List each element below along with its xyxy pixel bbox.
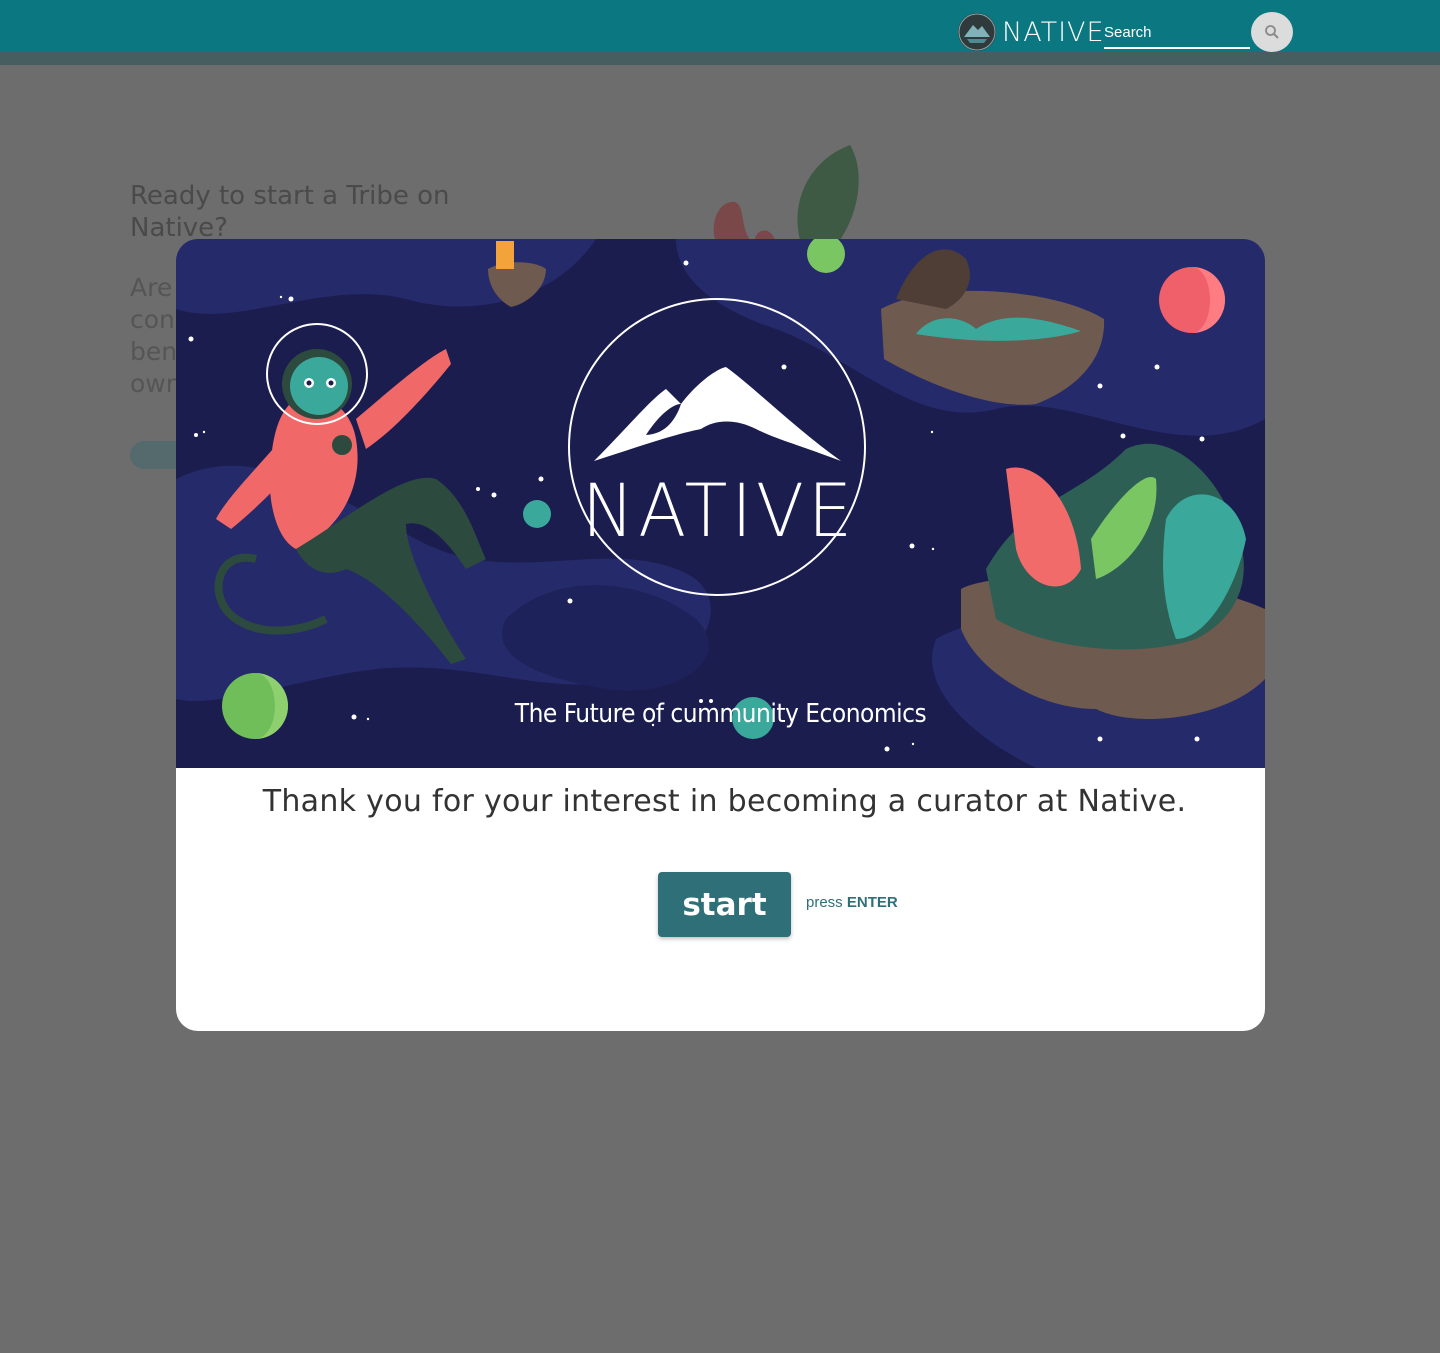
native-logo-icon: [958, 13, 996, 51]
hero-tagline: The Future of cummunity Economics: [514, 699, 927, 729]
search-input[interactable]: [1104, 18, 1250, 46]
background-illustration: [713, 145, 859, 240]
hint-key: ENTER: [846, 894, 898, 911]
hero-brand-wordmark: NATIVE: [581, 467, 857, 555]
search-field: [1104, 18, 1250, 49]
brand-name: NATIVE: [1002, 16, 1105, 48]
background-heading: Ready to start a Tribe on Native?: [130, 181, 450, 243]
search-button[interactable]: [1251, 12, 1293, 52]
hint-prefix: press: [806, 894, 843, 911]
search-icon: [1265, 25, 1279, 39]
sub-nav-bar: [0, 52, 1440, 65]
thank-you-message: Thank you for your interest in becoming …: [262, 784, 1187, 819]
brand-link[interactable]: NATIVE: [958, 13, 1105, 51]
start-button[interactable]: start: [658, 872, 791, 937]
keyboard-hint: press ENTER: [806, 894, 898, 911]
curator-modal: NATIVE The Future of cummunity Economics…: [176, 239, 1265, 1031]
